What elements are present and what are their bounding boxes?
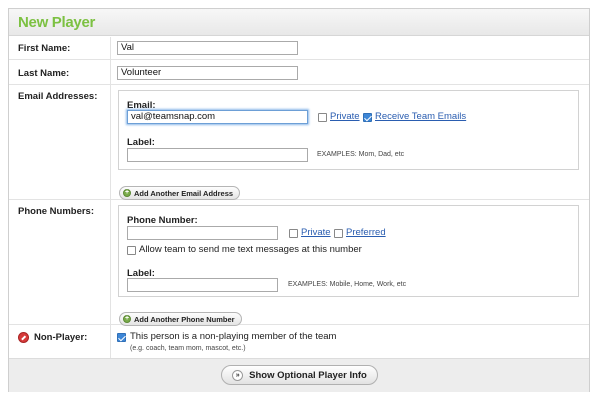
first-name-input[interactable]: Val (117, 41, 298, 55)
new-player-form: New Player First Name: Val Last Name: Vo… (8, 8, 590, 392)
form-header: New Player (9, 9, 589, 36)
last-name-input[interactable]: Volunteer (117, 66, 298, 80)
email-section-label: Email Addresses: (18, 91, 98, 102)
double-chevron-down-icon: » (232, 369, 244, 381)
email-private-checkbox[interactable] (318, 113, 327, 122)
phone-preferred-checkbox[interactable] (334, 229, 343, 238)
show-optional-info-label: Show Optional Player Info (249, 369, 367, 381)
phone-entry-box: Phone Number: Private Preferred Allow te… (118, 205, 579, 297)
add-email-button[interactable]: + Add Another Email Address (119, 186, 241, 200)
show-optional-info-button[interactable]: » Show Optional Player Info (221, 365, 378, 385)
non-player-text: This person is a non-playing member of t… (130, 331, 337, 342)
email-input[interactable]: val@teamsnap.com (127, 110, 308, 124)
first-name-label: First Name: (18, 43, 71, 54)
sms-label: Allow team to send me text messages at t… (139, 244, 362, 255)
email-label-hint: EXAMPLES: Mom, Dad, etc (317, 151, 405, 158)
phone-preferred-link[interactable]: Preferred (346, 227, 386, 238)
non-player-row: Non-Player: This person is a non-playing… (9, 325, 589, 358)
receive-team-emails-checkbox[interactable] (363, 113, 372, 122)
last-name-row: Last Name: Volunteer (9, 60, 589, 85)
last-name-label: Last Name: (18, 68, 70, 79)
page-title: New Player (18, 13, 96, 31)
plus-circle-icon: + (123, 315, 131, 323)
sms-checkbox[interactable] (127, 246, 136, 255)
email-private-link[interactable]: Private (330, 111, 360, 122)
phone-label-hint: EXAMPLES: Mobile, Home, Work, etc (288, 281, 407, 288)
phone-input[interactable] (127, 226, 278, 240)
email-label-input[interactable] (127, 148, 308, 162)
phone-field-label: Phone Number: (127, 215, 198, 226)
add-phone-button[interactable]: + Add Another Phone Number (119, 312, 242, 326)
non-player-label: Non-Player: (34, 332, 88, 343)
non-player-checkbox[interactable] (117, 333, 126, 342)
non-player-hint: (e.g. coach, team mom, mascot, etc.) (130, 345, 246, 352)
phone-section-label: Phone Numbers: (18, 206, 95, 217)
no-entry-icon (18, 332, 29, 343)
add-email-label: Add Another Email Address (134, 188, 234, 198)
phone-private-link[interactable]: Private (301, 227, 331, 238)
email-label-label: Label: (127, 137, 155, 148)
phone-private-checkbox[interactable] (289, 229, 298, 238)
form-footer: » Show Optional Player Info (9, 358, 589, 392)
email-section: Email Addresses: Email: val@teamsnap.com… (9, 85, 589, 200)
phone-section: Phone Numbers: Phone Number: Private Pre… (9, 200, 589, 326)
email-entry-box: Email: val@teamsnap.com Private Receive … (118, 90, 579, 170)
first-name-row: First Name: Val (9, 37, 589, 60)
plus-circle-icon: + (123, 189, 131, 197)
add-phone-label: Add Another Phone Number (134, 314, 235, 324)
receive-team-emails-link[interactable]: Receive Team Emails (375, 111, 466, 122)
phone-label-input[interactable] (127, 278, 278, 292)
